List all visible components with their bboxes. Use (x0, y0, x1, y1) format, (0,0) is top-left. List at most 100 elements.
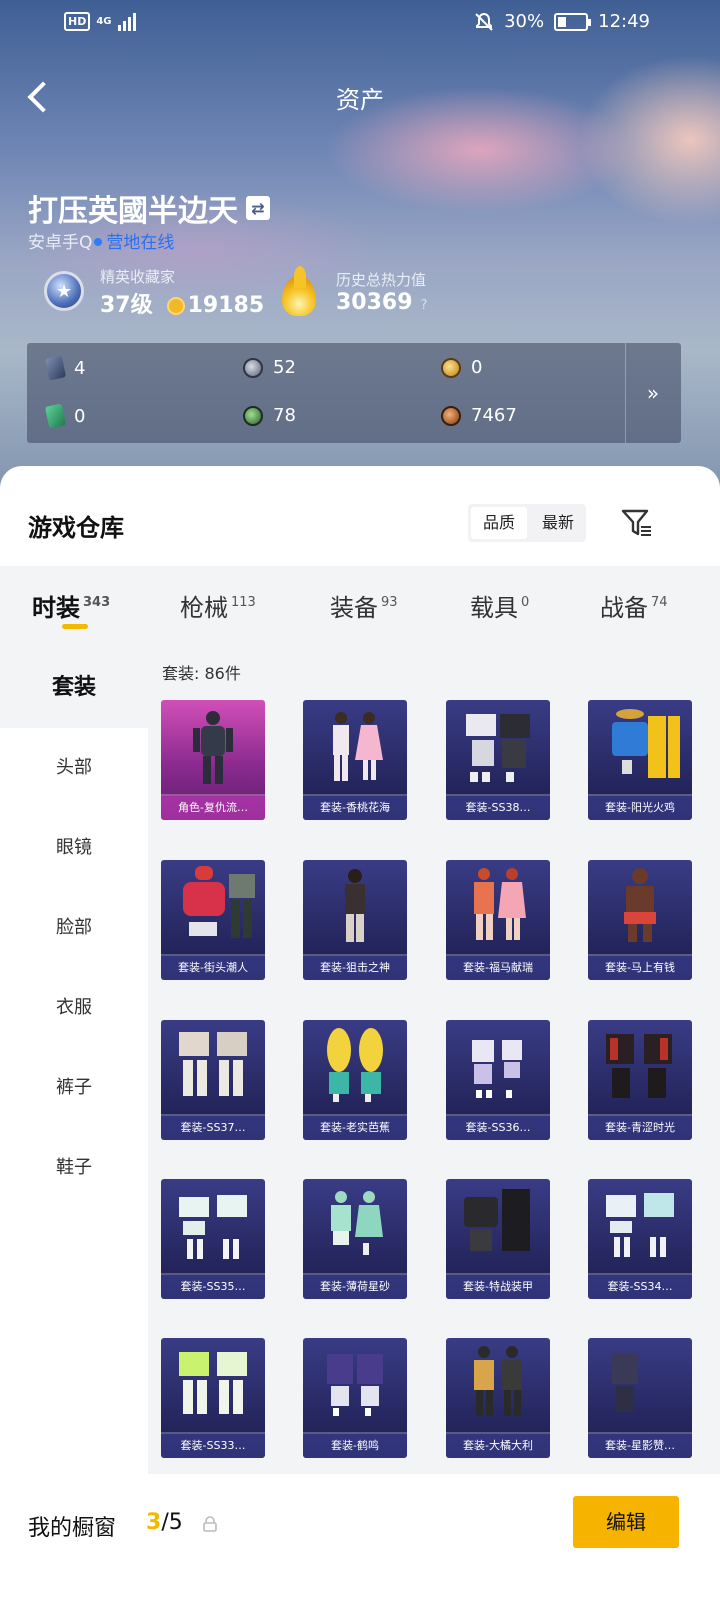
active-tab-indicator (62, 624, 88, 629)
outfit-thumbnail (474, 1346, 522, 1416)
item-card[interactable]: 套装-SS35… (161, 1179, 265, 1299)
item-card[interactable]: 套装-马上有钱 (588, 860, 692, 980)
item-card[interactable]: 套装-星影赞… (588, 1338, 692, 1458)
currency-card-a: 4 (44, 355, 85, 381)
tab-count: 93 (381, 595, 398, 610)
tab-fashion[interactable]: 时装 343 (32, 588, 110, 623)
subcategory-face[interactable]: 脸部 (0, 888, 148, 968)
help-icon[interactable]: ? (421, 298, 428, 313)
item-name: 套装-老实芭蕉 (303, 1116, 407, 1140)
item-name: 套装-SS37… (161, 1116, 265, 1140)
item-card[interactable]: 角色-复仇流… (161, 700, 265, 820)
item-name: 套装-大橘大利 (446, 1434, 550, 1458)
player-nickname-row: 打压英國半边天 ⇄ (28, 186, 270, 230)
subcategory-list: 套装 头部 眼镜 脸部 衣服 裤子 鞋子 (0, 648, 148, 1468)
item-card[interactable]: 套装-鹤鸣 (303, 1338, 407, 1458)
subcategory-shoes[interactable]: 鞋子 (0, 1128, 148, 1208)
sort-quality-button[interactable]: 品质 (471, 507, 528, 539)
item-name: 套装-星影赞… (588, 1434, 692, 1458)
item-count: 套装: 86件 (162, 664, 241, 683)
tab-label: 枪械 (180, 594, 228, 622)
subcategory-pants[interactable]: 裤子 (0, 1048, 148, 1128)
showcase-total: /5 (161, 1510, 183, 1535)
battery-percent: 30% (504, 11, 545, 32)
outfit-thumbnail (327, 1354, 383, 1416)
item-card[interactable]: 套装-SS33… (161, 1338, 265, 1458)
outfit-thumbnail (466, 714, 530, 782)
filter-icon[interactable] (620, 506, 654, 540)
outfit-thumbnail (472, 1040, 522, 1098)
item-name: 套装-SS35… (161, 1275, 265, 1299)
online-status: 营地在线 (106, 233, 175, 253)
switch-account-icon[interactable]: ⇄ (246, 196, 270, 220)
tab-label: 战备 (600, 594, 648, 622)
item-card[interactable]: 套装-老实芭蕉 (303, 1020, 407, 1140)
green-card-icon (44, 403, 67, 429)
lock-icon (203, 1516, 217, 1532)
category-tabs: 时装 343 枪械 113 装备 93 载具 0 战备 74 (0, 566, 720, 648)
tab-equipment[interactable]: 装备 93 (330, 588, 398, 623)
rank-badge-icon: ★ (38, 267, 90, 319)
outfit-thumbnail (612, 709, 680, 778)
rank-title: 精英收藏家 (100, 268, 176, 286)
tab-count: 113 (231, 595, 256, 610)
tab-supplies[interactable]: 战备 74 (600, 588, 668, 623)
item-card[interactable]: 套装-特战装甲 (446, 1179, 550, 1299)
network-indicator: HD 4G (64, 12, 136, 31)
subcategory-glasses[interactable]: 眼镜 (0, 808, 148, 888)
signal-type: 4G (96, 15, 112, 27)
item-card[interactable]: 套装-SS36… (446, 1020, 550, 1140)
outfit-thumbnail (624, 868, 656, 942)
item-card[interactable]: 套装-福马献瑞 (446, 860, 550, 980)
currency-gold-value: 0 (471, 357, 483, 378)
mute-bell-icon (475, 12, 493, 31)
item-card[interactable]: 套装-狙击之神 (303, 860, 407, 980)
currency-orb-value: 78 (273, 405, 296, 426)
profile-header: HD 4G 30% 12:49 资产 打压英國半边天 ⇄ 安卓手Q 营地在线 ★ (0, 0, 720, 500)
item-card[interactable]: 套装-街头潮人 (161, 860, 265, 980)
collector-rank[interactable]: ★ 精英收藏家 37级 19185 (38, 266, 264, 319)
card-icon (44, 355, 67, 381)
collection-points-icon (166, 296, 185, 315)
orb-icon (243, 405, 263, 426)
item-card[interactable]: 套装-SS37… (161, 1020, 265, 1140)
currency-panel: 4 52 0 0 78 7467 » (27, 343, 681, 443)
item-card[interactable]: 套装-大橘大利 (446, 1338, 550, 1458)
currency-card-b-value: 0 (74, 405, 86, 427)
tab-vehicles[interactable]: 载具 0 (470, 588, 529, 623)
item-card[interactable]: 套装-SS38… (446, 700, 550, 820)
more-currencies-button[interactable]: » (625, 343, 681, 443)
outfit-thumbnail (333, 712, 383, 781)
subcategory-clothes[interactable]: 衣服 (0, 968, 148, 1048)
item-name: 套装-福马献瑞 (446, 956, 550, 980)
item-card[interactable]: 套装-香桃花海 (303, 700, 407, 820)
edit-button[interactable]: 编辑 (573, 1496, 679, 1548)
item-card[interactable]: 套装-SS34… (588, 1179, 692, 1299)
currency-silver: 52 (243, 357, 296, 378)
outfit-thumbnail (612, 1354, 638, 1412)
flame-icon (276, 266, 322, 318)
item-name: 套装-马上有钱 (588, 956, 692, 980)
subcategory-suits[interactable]: 套装 (0, 648, 148, 728)
tab-weapons[interactable]: 枪械 113 (180, 588, 256, 623)
tab-label: 时装 (32, 594, 80, 622)
subcategory-head[interactable]: 头部 (0, 728, 148, 808)
outfit-thumbnail (474, 868, 526, 940)
showcase-bar: 我的橱窗 3/5 编辑 (0, 1476, 720, 1600)
sort-toggle: 品质 最新 (468, 504, 587, 542)
sort-latest-button[interactable]: 最新 (530, 504, 586, 542)
item-name: 套装-SS33… (161, 1434, 265, 1458)
item-card[interactable]: 套装-青涩时光 (588, 1020, 692, 1140)
item-card[interactable]: 套装-阳光火鸡 (588, 700, 692, 820)
top-nav: 资产 (0, 70, 720, 122)
warehouse-sheet: 游戏仓库 品质 最新 时装 343 枪械 113 装备 93 载具 0 战备 74 套装 … (0, 466, 720, 1600)
heat-value[interactable]: 历史总热力值 30369? (276, 266, 427, 318)
collection-points: 19185 (187, 293, 265, 318)
item-card[interactable]: 套装-薄荷星砂 (303, 1179, 407, 1299)
outfit-thumbnail (179, 1195, 247, 1259)
account-line: 安卓手Q 营地在线 (28, 228, 174, 253)
tab-count: 74 (651, 595, 668, 610)
currency-silver-value: 52 (273, 357, 296, 378)
outfit-thumbnail (327, 1028, 383, 1102)
item-name: 套装-特战装甲 (446, 1275, 550, 1299)
